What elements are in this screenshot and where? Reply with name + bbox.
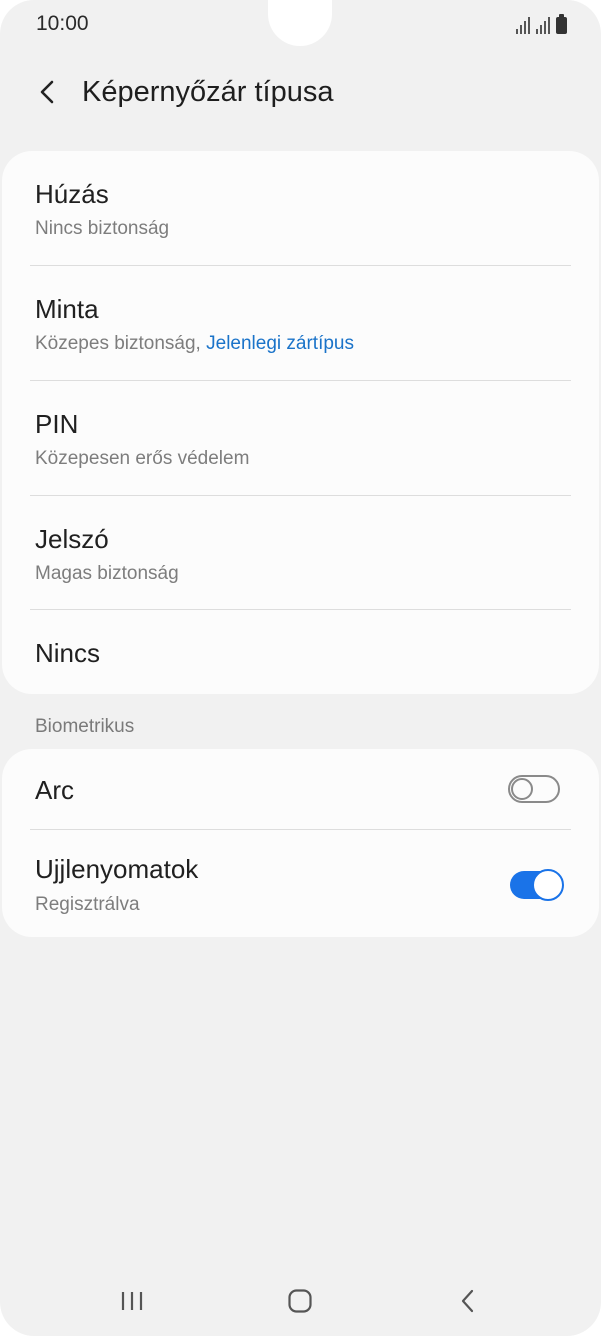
camera-notch [268, 0, 332, 46]
recents-button[interactable] [108, 1284, 156, 1318]
page-title: Képernyőzár típusa [82, 76, 334, 108]
toggle-knob [532, 869, 564, 901]
status-time: 10:00 [36, 12, 89, 35]
nav-back-button[interactable] [444, 1284, 492, 1318]
section-label-biometrics: Biometrikus [35, 716, 135, 737]
lock-option-subtitle: Közepesen erős védelem [35, 448, 250, 469]
biometric-fingerprints[interactable]: Ujjlenyomatok Regisztrálva [2, 830, 599, 937]
lock-option-subtitle: Nincs biztonság [35, 218, 170, 239]
lock-option-pattern[interactable]: Minta Közepes biztonság, Jelenlegi zártí… [2, 266, 599, 380]
biometric-title: Ujjlenyomatok [35, 854, 199, 884]
recents-icon [121, 1292, 143, 1310]
face-toggle[interactable] [508, 775, 560, 803]
lock-option-title: Húzás [35, 179, 109, 209]
lock-type-list: Húzás Nincs biztonság Minta Közepes bizt… [2, 151, 599, 694]
lock-option-title: Nincs [35, 638, 101, 668]
lock-option-password[interactable]: Jelszó Magas biztonság [2, 496, 599, 610]
lock-option-title: PIN [35, 409, 79, 439]
current-lock-type-label: Jelenlegi zártípus [206, 333, 354, 354]
lock-option-title: Jelszó [35, 524, 109, 554]
lock-option-subtitle: Közepes biztonság, Jelenlegi zártípus [35, 333, 354, 355]
biometric-face[interactable]: Arc [2, 749, 599, 829]
app-header: Képernyőzár típusa [0, 60, 601, 124]
home-icon [288, 1289, 312, 1313]
biometrics-list: Arc Ujjlenyomatok Regisztrálva [2, 749, 599, 937]
back-icon [461, 1289, 474, 1313]
signal-icon-2 [536, 16, 550, 34]
lock-option-title: Minta [35, 294, 99, 324]
lock-option-pin[interactable]: PIN Közepesen erős védelem [2, 381, 599, 495]
status-icons [516, 14, 567, 34]
biometric-title: Arc [35, 775, 74, 805]
back-button[interactable] [26, 70, 70, 114]
status-bar: 10:00 [0, 0, 601, 52]
navigation-bar [0, 1270, 601, 1330]
battery-icon [556, 14, 567, 34]
home-button[interactable] [276, 1284, 324, 1318]
lock-option-none[interactable]: Nincs [2, 610, 599, 694]
biometric-subtitle: Regisztrálva [35, 894, 140, 915]
toggle-knob [511, 778, 533, 800]
lock-option-swipe[interactable]: Húzás Nincs biztonság [2, 151, 599, 265]
fingerprints-toggle[interactable] [510, 869, 564, 901]
phone-screen: 10:00 Képernyőzár típusa Húzás Nincs biz… [0, 0, 601, 1336]
subtitle-text: Közepes biztonság, [35, 333, 207, 354]
chevron-left-icon [40, 80, 54, 104]
lock-option-subtitle: Magas biztonság [35, 563, 179, 584]
signal-icon [516, 16, 530, 34]
